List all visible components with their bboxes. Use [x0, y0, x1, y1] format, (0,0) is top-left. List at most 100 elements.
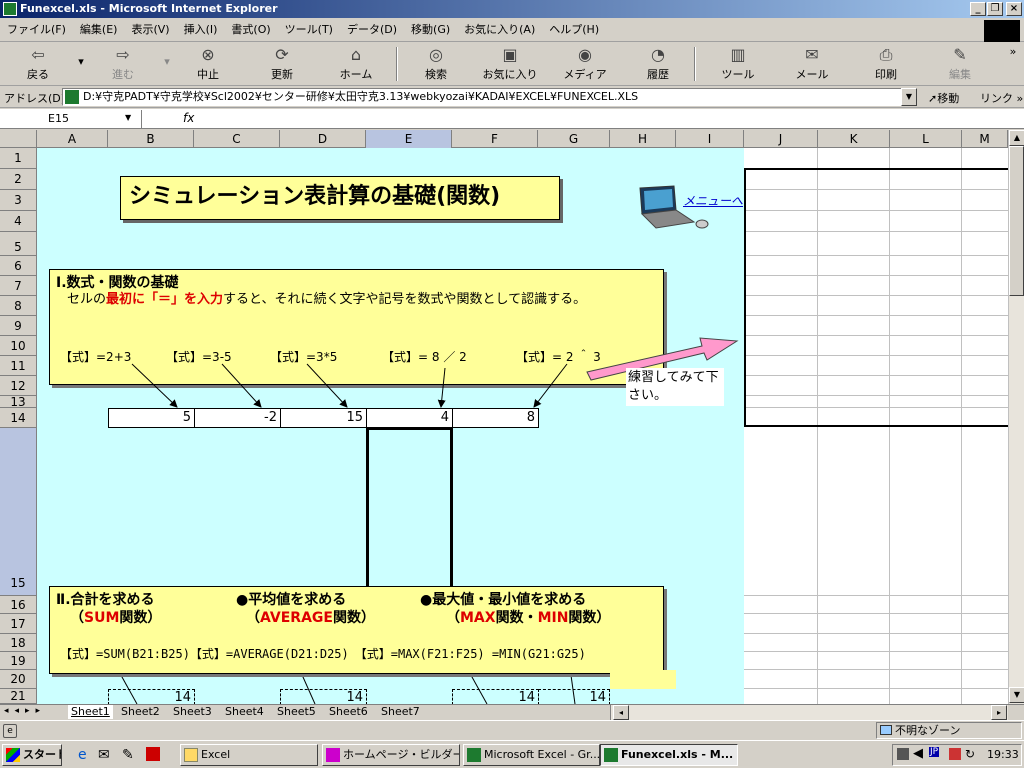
tab-sheet1[interactable]: Sheet1 [68, 705, 113, 719]
scroll-thumb[interactable] [1009, 146, 1024, 296]
menu-file[interactable]: ファイル(F) [0, 18, 73, 42]
row-header[interactable]: 6 [0, 256, 37, 276]
tab-sheet3[interactable]: Sheet3 [173, 705, 212, 719]
home-button[interactable]: ⌂ ホーム [336, 45, 376, 82]
menu-insert[interactable]: 挿入(I) [177, 18, 225, 42]
column-header[interactable]: B [108, 130, 194, 148]
row-header[interactable]: 9 [0, 316, 37, 336]
close-button[interactable]: × [1006, 2, 1022, 16]
media-button[interactable]: ◉ メディア [563, 45, 607, 82]
tab-sheet7[interactable]: Sheet7 [381, 705, 420, 719]
formula-input[interactable] [200, 110, 1020, 128]
column-header[interactable]: I [676, 130, 744, 148]
go-button[interactable]: ➚移動 [928, 90, 959, 106]
tray-app-icon[interactable] [897, 748, 909, 760]
column-header[interactable]: G [538, 130, 610, 148]
tools-button[interactable]: ▥ ツール [716, 45, 760, 82]
menu-tools[interactable]: ツール(T) [278, 18, 340, 42]
select-all-corner[interactable] [0, 130, 37, 148]
row-header[interactable]: 14 [0, 408, 37, 428]
row-header[interactable]: 5 [0, 232, 37, 256]
row-header[interactable]: 2 [0, 169, 37, 190]
menu-format[interactable]: 書式(O) [224, 18, 277, 42]
data-cell[interactable]: 14 [108, 689, 195, 704]
print-button[interactable]: ⎙ 印刷 [866, 45, 906, 82]
address-input[interactable]: D:¥守克PADT¥守克学校¥Scl2002¥センター研修¥太田守克3.13¥w… [62, 88, 917, 106]
result-cell[interactable]: 8 [452, 408, 539, 428]
data-cell[interactable]: 14 [452, 689, 539, 704]
app-quicklaunch-icon[interactable] [146, 747, 160, 761]
row-header[interactable]: 1 [0, 148, 37, 169]
menu-view[interactable]: 表示(V) [124, 18, 176, 42]
favorites-button[interactable]: ▣ お気に入り [482, 45, 538, 82]
menu-favorites[interactable]: お気に入り(A) [457, 18, 542, 42]
tab-sheet5[interactable]: Sheet5 [277, 705, 316, 719]
menu-edit[interactable]: 編集(E) [73, 18, 125, 42]
column-header[interactable]: H [610, 130, 676, 148]
forward-dropdown[interactable]: ▾ [160, 55, 174, 68]
scroll-left-icon[interactable]: ◂ [613, 705, 629, 720]
refresh-button[interactable]: ⟳ 更新 [262, 45, 302, 82]
row-header[interactable]: 3 [0, 190, 37, 211]
data-cell[interactable]: 14 [538, 689, 610, 704]
practice-area[interactable] [744, 168, 1008, 427]
ie-quicklaunch-icon[interactable]: e [78, 747, 87, 763]
back-dropdown[interactable]: ▾ [74, 55, 88, 68]
scroll-right-icon[interactable]: ▸ [991, 705, 1007, 720]
result-cell[interactable]: 15 [280, 408, 367, 428]
mail-button[interactable]: ✉ メール [790, 45, 834, 82]
row-header[interactable]: 11 [0, 356, 37, 376]
search-button[interactable]: ◎ 検索 [416, 45, 456, 82]
back-button[interactable]: ⇦ 戻る [20, 45, 56, 82]
result-cell[interactable]: -2 [194, 408, 281, 428]
ime-mode-icon[interactable] [949, 748, 961, 760]
result-cell[interactable]: 5 [108, 408, 195, 428]
task-microsoft-excel[interactable]: Microsoft Excel - Gr... [463, 744, 600, 766]
task-funexcel[interactable]: Funexcel.xls - M... [600, 744, 738, 766]
tab-scroll-arrows-icon[interactable]: ◂◂▸▸ [4, 706, 46, 716]
row-header[interactable]: 13 [0, 396, 37, 408]
column-header[interactable]: C [194, 130, 280, 148]
minimize-button[interactable]: _ [970, 2, 986, 16]
menu-go[interactable]: 移動(G) [404, 18, 457, 42]
history-button[interactable]: ◔ 履歴 [638, 45, 678, 82]
start-button[interactable]: スタート [2, 744, 62, 766]
column-header[interactable]: L [890, 130, 962, 148]
highlight-cell[interactable] [610, 670, 676, 689]
row-header[interactable]: 7 [0, 276, 37, 296]
menu-data[interactable]: データ(D) [340, 18, 404, 42]
toolbar-chevron-icon[interactable]: » [1006, 45, 1020, 58]
scroll-down-icon[interactable]: ▼ [1009, 687, 1024, 703]
row-header[interactable]: 10 [0, 336, 37, 356]
result-cell[interactable]: 4 [366, 408, 453, 428]
column-header[interactable]: D [280, 130, 366, 148]
function-icon[interactable]: fx [183, 111, 194, 125]
restore-button[interactable]: ❐ [987, 2, 1003, 16]
row-header[interactable]: 16 [0, 596, 37, 614]
column-header[interactable]: J [744, 130, 818, 148]
forward-button[interactable]: ⇨ 進む [105, 45, 141, 82]
tab-sheet2[interactable]: Sheet2 [121, 705, 160, 719]
column-header[interactable]: A [37, 130, 108, 148]
horizontal-scrollbar[interactable]: ◂ ▸ [610, 705, 1008, 720]
edit-button[interactable]: ✎ 編集 [940, 45, 980, 82]
task-homepage-builder[interactable]: ホームページ・ビルダー... [322, 744, 460, 766]
row-header[interactable]: 18 [0, 634, 37, 652]
task-excel-folder[interactable]: Excel [180, 744, 318, 766]
column-header[interactable]: F [452, 130, 538, 148]
row-header[interactable]: 15 [0, 428, 37, 596]
menu-help[interactable]: ヘルプ(H) [542, 18, 606, 42]
data-cell[interactable]: 14 [280, 689, 367, 704]
row-header[interactable]: 4 [0, 211, 37, 232]
name-box-dropdown-icon[interactable]: ▼ [125, 113, 131, 122]
row-header[interactable]: 17 [0, 614, 37, 634]
links-button[interactable]: リンク » [980, 90, 1023, 106]
name-box[interactable]: E15 [0, 110, 142, 128]
sync-icon[interactable]: ↻ [965, 747, 975, 761]
spreadsheet-grid[interactable]: シミュレーション表計算の基礎(関数) メニューへ Ⅰ.数式・関数の基礎 セルの最… [37, 148, 1008, 704]
scroll-up-icon[interactable]: ▲ [1009, 130, 1024, 146]
volume-icon[interactable]: ◀ [913, 746, 923, 761]
row-header[interactable]: 19 [0, 652, 37, 670]
vertical-scrollbar[interactable]: ▲ ▼ [1008, 130, 1024, 704]
desktop-quicklaunch-icon[interactable]: ✎ [122, 747, 134, 763]
